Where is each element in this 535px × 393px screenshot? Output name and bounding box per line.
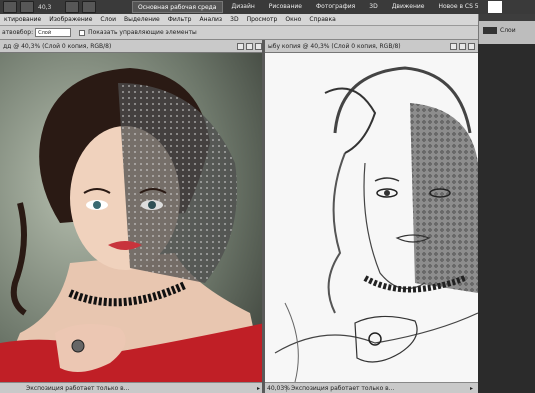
document-tab-left[interactable]: дд @ 40,3% (Слой 0 копия, RGB/8) [0, 40, 265, 53]
document-tab-right[interactable]: ыбу копия @ 40,3% (Слой 0 копия, RGB/8) [265, 40, 478, 53]
layer-select[interactable]: Слой [35, 28, 72, 37]
document-window-right: ыбу копия @ 40,3% (Слой 0 копия, RGB/8) [265, 40, 478, 393]
show-controls-checkbox[interactable] [79, 29, 86, 36]
maximize-icon[interactable] [246, 42, 253, 50]
hand-icon[interactable] [20, 1, 34, 13]
layers-label: Слои [500, 27, 516, 34]
application-bar: 40,3 Основная рабочая среда Дизайн Рисов… [0, 0, 535, 14]
menu-window[interactable]: Окно [281, 16, 305, 23]
menu-select[interactable]: Выделение [120, 16, 164, 23]
minimize-icon[interactable] [237, 42, 244, 50]
workspace-3d[interactable]: 3D [364, 1, 382, 13]
zoom-percent-right[interactable]: 40,03% [265, 384, 290, 392]
woman-portrait-sketch [265, 53, 478, 382]
arrow-right-icon[interactable]: ▸ [470, 385, 478, 392]
layers-icon [483, 27, 497, 34]
menu-bar: ктирование Изображение Слои Выделение Фи… [0, 14, 478, 26]
layers-panel: Слои [478, 14, 535, 44]
workspace-new-cs5[interactable]: Новое в CS 5 [433, 1, 483, 13]
menu-view[interactable]: Просмотр [243, 16, 282, 23]
arrange-icon[interactable] [82, 1, 96, 13]
document-title-right: ыбу копия @ 40,3% (Слой 0 копия, RGB/8) [268, 42, 401, 50]
show-controls-label: Показать управляющие элементы [88, 29, 197, 36]
status-bar-left: Экспозиция работает только в... ▸ [0, 382, 265, 393]
menu-filter[interactable]: Фильтр [164, 16, 196, 23]
minimize-icon[interactable] [450, 42, 457, 50]
close-icon[interactable] [255, 42, 262, 50]
menu-analysis[interactable]: Анализ [195, 16, 226, 23]
woman-portrait-color [0, 53, 265, 382]
panel-dock-area [478, 44, 535, 393]
document-window-left: дд @ 40,3% (Слой 0 копия, RGB/8) Экспози… [0, 40, 265, 393]
menu-image[interactable]: Изображение [45, 16, 96, 23]
grid-icon[interactable] [65, 1, 79, 13]
panel-header [479, 14, 535, 21]
search-icon[interactable] [487, 1, 502, 13]
photo-canvas-left[interactable] [0, 53, 265, 382]
status-bar-right: 40,03% Экспозиция работает только в... ▸ [265, 382, 478, 393]
tool-icon[interactable] [3, 1, 17, 13]
workspace-design[interactable]: Дизайн [227, 1, 260, 13]
layers-panel-tab[interactable]: Слои [479, 21, 535, 34]
menu-help[interactable]: Справка [305, 16, 339, 23]
photo-canvas-right[interactable] [265, 53, 478, 382]
menu-3d[interactable]: 3D [226, 16, 242, 23]
workspace-essentials[interactable]: Основная рабочая среда [132, 1, 223, 13]
status-message-left: Экспозиция работает только в... [26, 384, 130, 392]
menu-layers[interactable]: Слои [96, 16, 120, 23]
workspace-motion[interactable]: Движение [387, 1, 430, 13]
zoom-level[interactable]: 40,3 [38, 4, 62, 11]
close-icon[interactable] [468, 42, 475, 50]
options-bar: атвовбор: Слой Показать управляющие элем… [0, 26, 478, 40]
menu-edit[interactable]: ктирование [0, 16, 45, 23]
document-title-left: дд @ 40,3% (Слой 0 копия, RGB/8) [3, 42, 112, 50]
maximize-icon[interactable] [459, 42, 466, 50]
workspace-photography[interactable]: Фотография [311, 1, 360, 13]
status-message-right: Экспозиция работает только в... [291, 384, 395, 392]
workspace-painting[interactable]: Рисование [264, 1, 307, 13]
autoselect-label: атвовбор: [2, 29, 34, 36]
